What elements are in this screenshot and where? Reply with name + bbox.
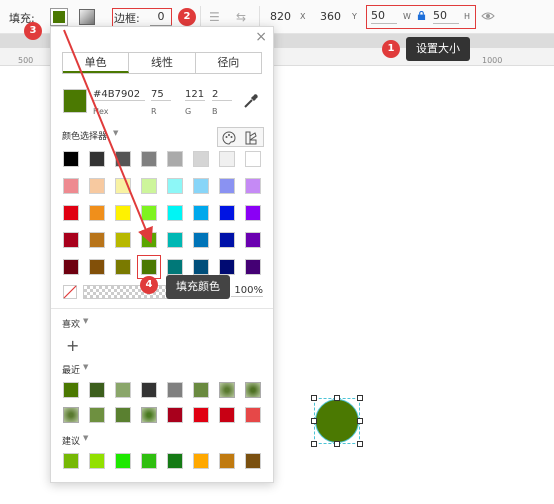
annotation-arrow	[63, 29, 153, 244]
